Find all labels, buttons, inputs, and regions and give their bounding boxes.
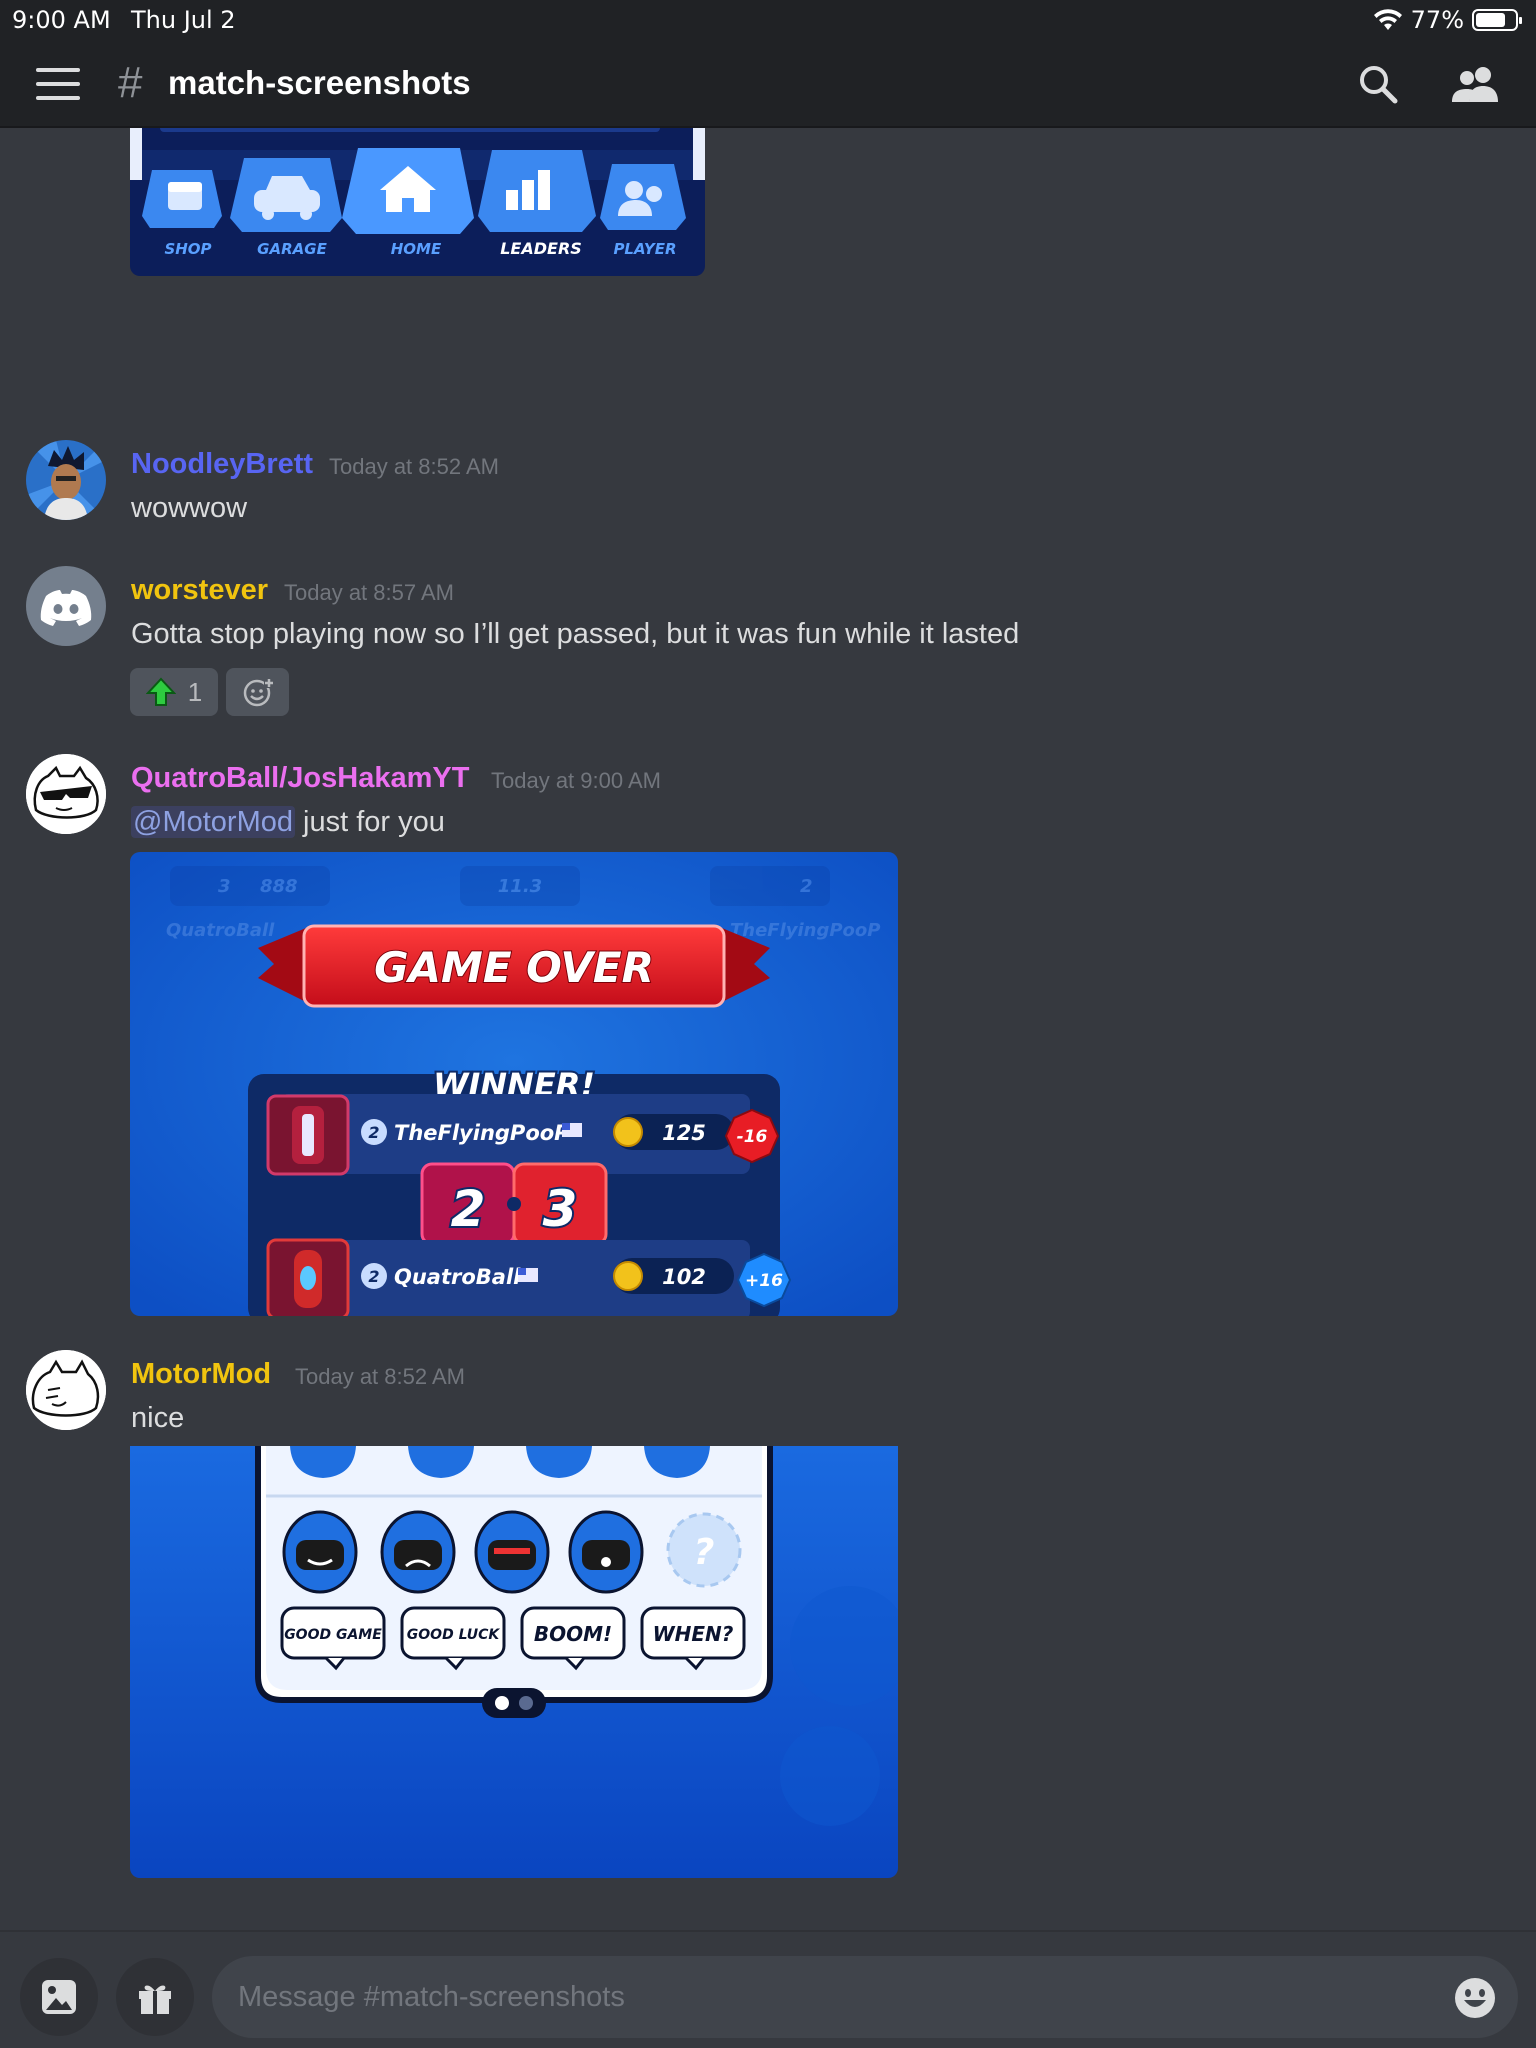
add-reaction-icon — [243, 678, 274, 707]
player1-delta: -16 — [737, 1127, 768, 1147]
game-over-title: GAME OVER — [374, 943, 654, 992]
timestamp: Today at 8:52 AM — [295, 1364, 465, 1389]
reaction-upvote[interactable]: 1 — [130, 668, 218, 716]
player2-coins: 102 — [662, 1265, 706, 1289]
message-motormod: MotorMod Today at 8:52 AM nice ? GOOD GA… — [0, 1350, 1536, 1910]
status-bar: 9:00 AM Thu Jul 2 77% — [0, 0, 1536, 40]
emote-chip-good-luck: GOOD LUCK — [407, 1627, 501, 1643]
upload-image-button[interactable] — [20, 1958, 98, 2036]
avatar-quatroball[interactable] — [26, 754, 106, 834]
player2-delta: +16 — [745, 1271, 783, 1291]
message-noodleybrett: NoodleyBrett Today at 8:52 AM wowwow — [0, 440, 1536, 540]
message-text: nice — [131, 1402, 185, 1434]
gift-button[interactable] — [116, 1958, 194, 2036]
faded-left-value: 3 — [218, 876, 231, 897]
emoji-picker-icon[interactable] — [1453, 1976, 1497, 2020]
locked-emote-icon: ? — [694, 1532, 715, 1573]
status-right: 77% — [1373, 6, 1522, 34]
emote-chip-boom: BOOM! — [534, 1622, 612, 1646]
image-attachment-emotes[interactable]: ? GOOD GAME GOOD LUCK BOOM! WHEN? — [130, 1446, 898, 1878]
image-attachment-game-over[interactable]: 3 888 11.3 2 QuatroBall TheFlyingPooP GA… — [130, 852, 898, 1316]
green-arrow-icon — [145, 677, 176, 706]
player2-level: 2 — [368, 1267, 379, 1286]
faded-left-name: QuatroBall — [166, 920, 275, 941]
nav-label-garage: GARAGE — [257, 240, 327, 258]
message-input[interactable] — [212, 1956, 1518, 2038]
message-text: @MotorMod just for you — [131, 806, 445, 839]
members-icon[interactable] — [1450, 62, 1500, 106]
user-mention[interactable]: @MotorMod — [131, 806, 295, 838]
message-text: wowwow — [131, 492, 248, 524]
hash-icon: # — [118, 58, 143, 107]
menu-icon[interactable] — [36, 68, 80, 100]
score-left: 2 — [451, 1180, 486, 1238]
nav-label-shop: SHOP — [164, 240, 211, 258]
score-right: 3 — [543, 1180, 578, 1238]
faded-left-number: 888 — [260, 876, 298, 897]
gift-icon — [139, 1985, 171, 2014]
username[interactable]: NoodleyBrett — [131, 448, 313, 481]
message-text: Gotta stop playing now so I’ll get passe… — [131, 618, 1020, 650]
emote-chip-good-game: GOOD GAME — [284, 1627, 382, 1643]
player1-level: 2 — [368, 1123, 379, 1142]
channel-header: # match-screenshots — [0, 40, 1536, 128]
status-date: Thu Jul 2 — [131, 6, 236, 34]
wifi-icon — [1373, 9, 1402, 30]
reaction-count: 1 — [187, 676, 203, 707]
nav-label-leaders: LEADERS — [500, 239, 582, 258]
message-composer — [0, 1930, 1536, 2048]
player1-coins: 125 — [662, 1121, 706, 1145]
timestamp: Today at 8:52 AM — [329, 454, 499, 479]
battery-fill — [1476, 13, 1505, 27]
player1-name: TheFlyingPooP — [394, 1121, 570, 1145]
battery-percent: 77% — [1410, 6, 1464, 34]
avatar-motormod[interactable] — [26, 1350, 106, 1430]
emote-chip-when: WHEN? — [653, 1622, 734, 1646]
nav-label-player: PLAYER — [613, 240, 676, 258]
username[interactable]: QuatroBall/JosHakamYT — [131, 762, 469, 795]
faded-right-name: TheFlyingPooP — [730, 920, 881, 941]
message-feed[interactable]: SHOP GARAGE HOME LEADERS PLAYER NoodleyB… — [0, 128, 1536, 1930]
player2-name: QuatroBall — [394, 1265, 521, 1289]
search-icon[interactable] — [1356, 62, 1400, 106]
faded-right-value: 2 — [800, 876, 813, 897]
message-quatroball: QuatroBall/JosHakamYT Today at 9:00 AM @… — [0, 754, 1536, 1316]
timestamp: Today at 9:00 AM — [491, 768, 661, 793]
menu-screenshot: SHOP GARAGE HOME LEADERS PLAYER — [130, 128, 705, 276]
message-text-rest: just for you — [294, 806, 445, 838]
battery-icon — [1472, 9, 1522, 31]
username[interactable]: MotorMod — [131, 1358, 271, 1391]
image-attachment-menu[interactable]: SHOP GARAGE HOME LEADERS PLAYER — [130, 128, 705, 276]
nav-label-home: HOME — [391, 240, 442, 258]
timestamp: Today at 8:57 AM — [284, 580, 454, 605]
status-time: 9:00 AM — [12, 6, 111, 34]
avatar-noodleybrett[interactable] — [26, 440, 106, 520]
message-worstever: worstever Today at 8:57 AM Gotta stop pl… — [0, 566, 1536, 726]
avatar-worstever[interactable] — [26, 566, 106, 646]
image-icon — [42, 1980, 76, 2014]
game-over-screenshot: 3 888 11.3 2 QuatroBall TheFlyingPooP GA… — [130, 852, 898, 1316]
emotes-screenshot: ? GOOD GAME GOOD LUCK BOOM! WHEN? — [130, 1446, 898, 1878]
add-reaction-button[interactable] — [226, 668, 289, 716]
username[interactable]: worstever — [131, 574, 268, 607]
faded-timer: 11.3 — [498, 876, 542, 897]
channel-title: match-screenshots — [168, 64, 471, 101]
